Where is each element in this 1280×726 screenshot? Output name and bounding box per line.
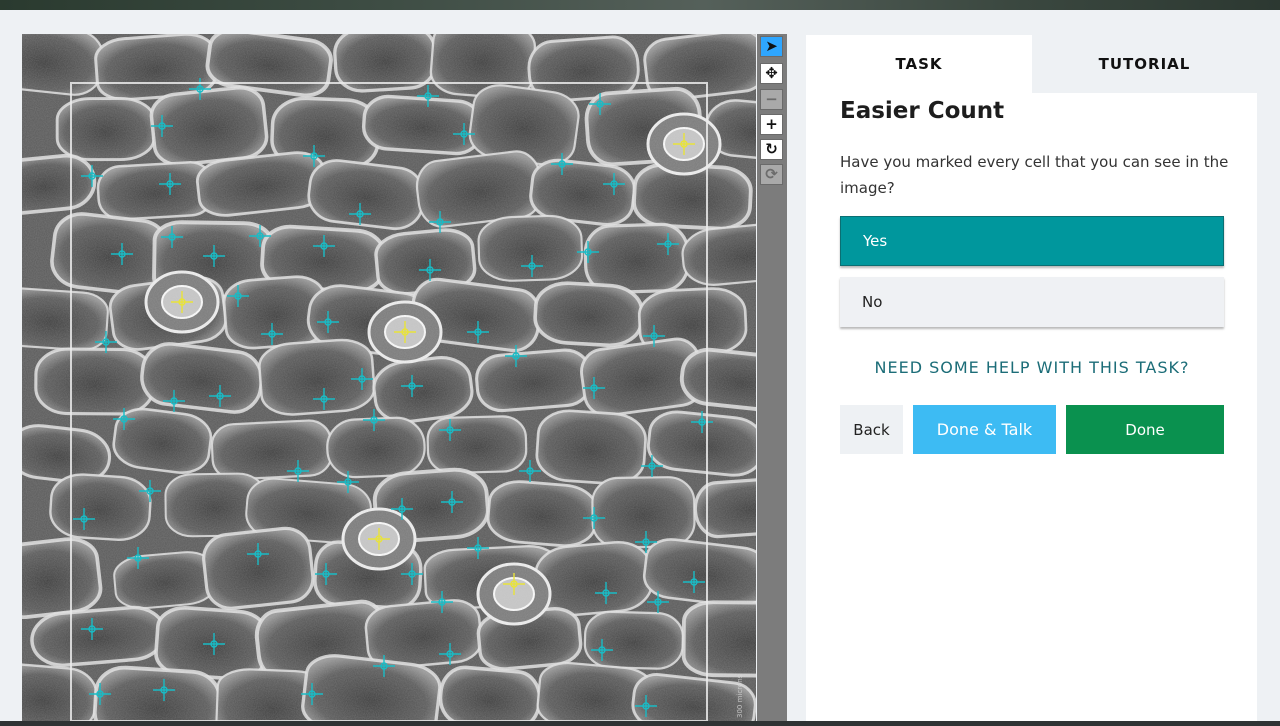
- task-help-link[interactable]: NEED SOME HELP WITH THIS TASK?: [840, 358, 1224, 377]
- answer-yes-button[interactable]: Yes: [840, 216, 1224, 266]
- answer-yes-label: Yes: [863, 232, 888, 250]
- bottom-edge-strip: [0, 721, 1280, 726]
- tab-tutorial[interactable]: TUTORIAL: [1032, 35, 1257, 93]
- pointer-icon: ➤: [765, 37, 778, 55]
- task-question: Have you marked every cell that you can …: [840, 153, 1229, 197]
- pointer-tool[interactable]: ➤: [760, 36, 783, 57]
- background-header-strip: [0, 0, 1280, 10]
- task-title: Easier Count: [840, 98, 1005, 124]
- done-and-talk-button[interactable]: Done & Talk: [913, 405, 1056, 454]
- move-icon: ✥: [765, 64, 778, 82]
- panel-tabs: TASK TUTORIAL: [806, 35, 1257, 93]
- done-button[interactable]: Done: [1066, 405, 1224, 454]
- zoom-in-tool[interactable]: +: [760, 114, 783, 135]
- tab-task[interactable]: TASK: [806, 35, 1032, 93]
- plus-icon: +: [765, 115, 778, 133]
- rotate-tool[interactable]: ↻: [760, 139, 783, 160]
- answer-no-button[interactable]: No: [840, 277, 1224, 327]
- reset-icon: ⟳: [765, 165, 778, 183]
- scale-bar-label: 300 microns: [736, 674, 744, 718]
- back-button[interactable]: Back: [840, 405, 903, 454]
- answer-no-label: No: [862, 293, 883, 311]
- image-toolbar: ➤ ✥ − + ↻ ⟳: [757, 34, 787, 721]
- minus-icon: −: [765, 90, 778, 108]
- pan-tool[interactable]: ✥: [760, 63, 783, 84]
- zoom-out-tool[interactable]: −: [760, 89, 783, 110]
- task-panel: TASK TUTORIAL Easier Count Have you mark…: [806, 35, 1257, 721]
- leaf-micrograph[interactable]: [22, 34, 756, 721]
- subject-image-viewer[interactable]: 300 microns: [22, 34, 756, 721]
- rotate-icon: ↻: [765, 140, 778, 158]
- reset-tool[interactable]: ⟳: [760, 164, 783, 185]
